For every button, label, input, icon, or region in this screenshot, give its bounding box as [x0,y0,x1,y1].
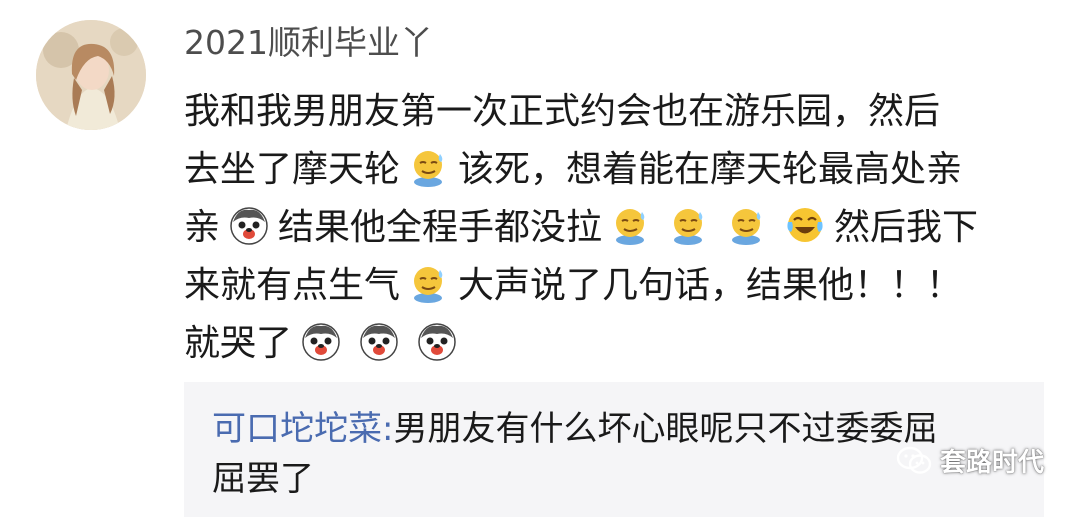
avatar-image [36,20,146,130]
comment-line: 去坐了摩天轮 该死，想着能在摩天轮最高处亲 [184,141,1064,199]
husky-emoji-icon [300,320,342,362]
watermark-text: 套路时代 [939,448,1044,478]
wechat-icon [896,446,932,476]
husky-emoji-icon [416,320,458,362]
comment-text-segment: 该死，想着能在摩天轮最高处亲 [458,149,963,190]
comment-text-segment: 就哭了 [184,323,293,364]
comment-line: 亲 结果他全程手都没拉 然后我下 [184,199,1064,257]
sleepy-sweat-emoji-icon [408,262,450,304]
watermark: 套路时代 [896,442,1044,479]
reply-content: 屈罢了 [212,459,314,499]
username[interactable]: 2021顺利毕业丫 [184,20,433,66]
comment-text-segment: 亲 [184,207,221,248]
comment-text-segment: 结果他全程手都没拉 [278,207,603,248]
husky-emoji-icon [228,204,270,246]
reply-content: 男朋友有什么坏心眼呢只不过委委屈 [393,409,938,449]
comment-text-segment: 然后我下 [834,207,979,248]
sleepy-sweat-emoji-icon [668,204,710,246]
husky-emoji-icon [358,320,400,362]
reply-author[interactable]: 可口坨坨菜: [212,409,393,449]
comment-text: 我和我男朋友第一次正式约会也在游乐园，然后 去坐了摩天轮 该死，想着能在摩天轮最高… [184,83,1064,373]
comment-text-segment: 去坐了摩天轮 [184,149,401,190]
comment-line: 我和我男朋友第一次正式约会也在游乐园，然后 [184,83,1064,141]
avatar[interactable] [36,20,146,130]
sleepy-sweat-emoji-icon [610,204,652,246]
comment-text-segment: 大声说了几句话，结果他！！！ [458,265,963,306]
sleepy-sweat-emoji-icon [408,146,450,188]
sleepy-sweat-emoji-icon [726,204,768,246]
comment-text-segment: 来就有点生气 [184,265,401,306]
comment-text-segment: 我和我男朋友第一次正式约会也在游乐园，然后 [184,91,941,132]
comment-line: 就哭了 [184,315,1064,373]
comment-line: 来就有点生气 大声说了几句话，结果他！！！ [184,257,1064,315]
laugh-cry-emoji-icon [784,204,826,246]
